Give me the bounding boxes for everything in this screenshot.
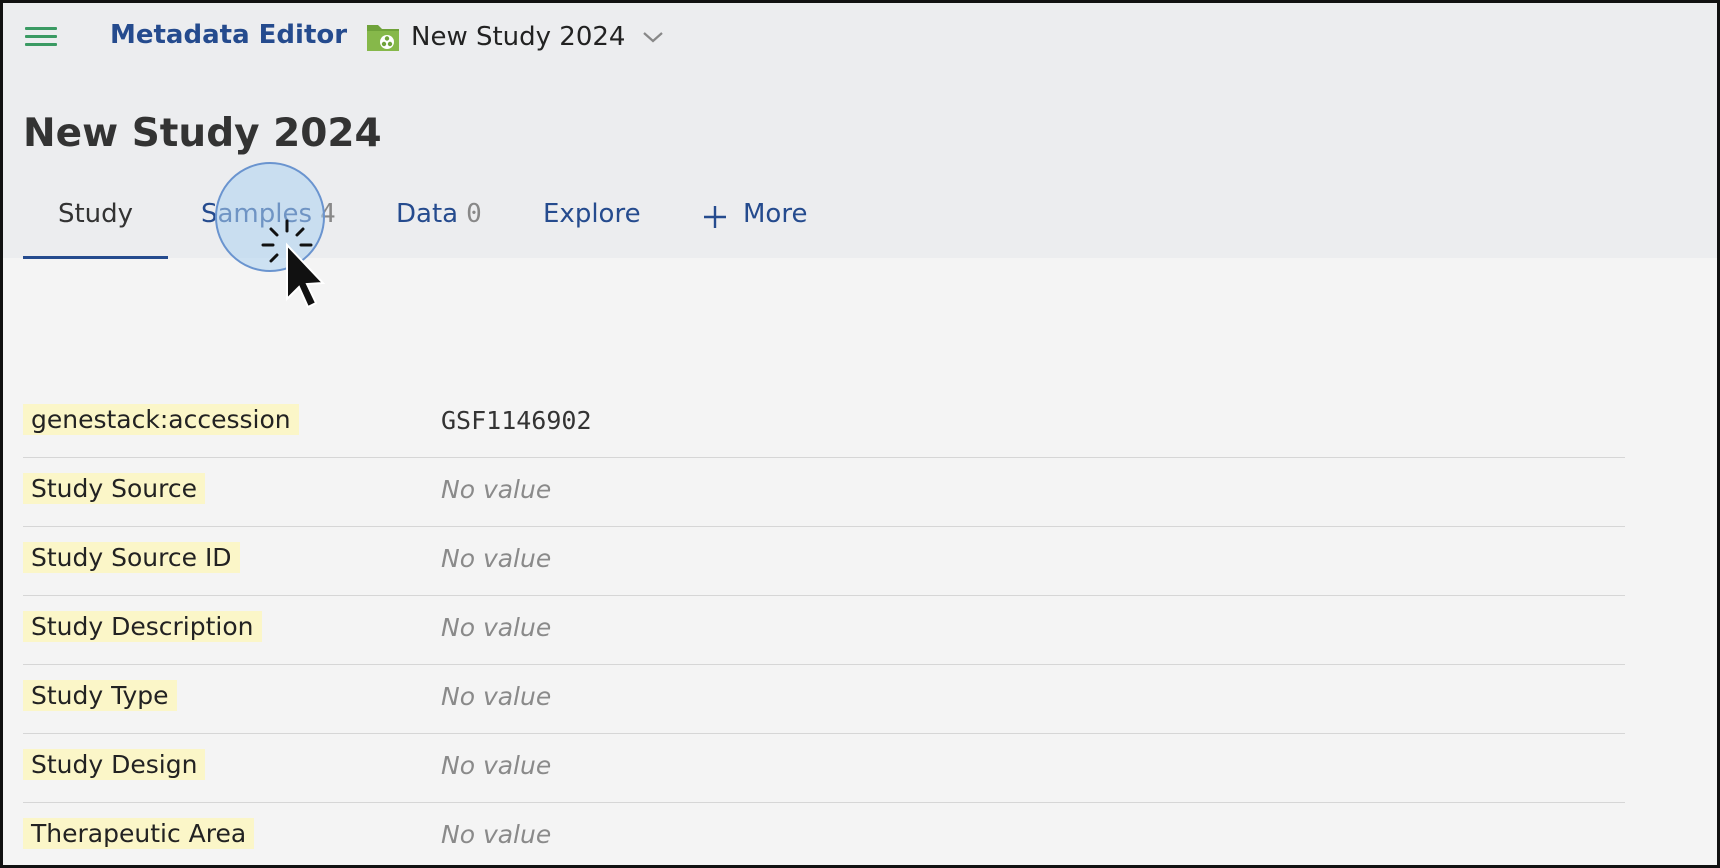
tab-more-label: More (743, 199, 808, 229)
study-switcher[interactable]: New Study 2024 (366, 17, 664, 57)
property-value[interactable]: No value (441, 682, 551, 711)
study-folder-icon (367, 25, 399, 51)
property-value[interactable]: GSF1146902 (441, 406, 592, 435)
tab-explore[interactable]: Explore (543, 199, 641, 259)
tab-explore-label: Explore (543, 199, 641, 229)
plus-icon (704, 206, 726, 228)
property-row: Therapeutic Area No value (23, 803, 1625, 865)
tab-study[interactable]: Study (23, 199, 168, 259)
property-row: Study Type No value (23, 665, 1625, 734)
property-value[interactable]: No value (441, 751, 551, 780)
property-row: Study Source ID No value (23, 527, 1625, 596)
tab-samples[interactable]: Samples 4 (201, 199, 336, 259)
tab-data-count: 0 (466, 199, 482, 229)
study-switcher-label: New Study 2024 (411, 22, 626, 52)
property-key: Study Source ID (23, 542, 240, 573)
tab-study-label: Study (57, 199, 134, 229)
property-row: Study Source No value (23, 458, 1625, 527)
property-value[interactable]: No value (441, 544, 551, 573)
property-value[interactable]: No value (441, 613, 551, 642)
tab-data[interactable]: Data 0 (396, 199, 482, 259)
hamburger-menu-icon[interactable] (23, 23, 59, 51)
chevron-down-icon (643, 32, 664, 43)
app-title[interactable]: Metadata Editor (110, 20, 347, 50)
property-key: Study Design (23, 749, 206, 780)
tab-more[interactable]: More (703, 199, 807, 259)
property-key: Study Type (23, 680, 177, 711)
property-row: genestack:accession GSF1146902 (23, 389, 1625, 458)
tab-data-label: Data (396, 199, 459, 229)
property-value[interactable]: No value (441, 475, 551, 504)
property-row: Study Design No value (23, 734, 1625, 803)
app-window: Metadata Editor New Study 2024 New Study… (0, 0, 1720, 868)
tab-bar: Study Samples 4 Data 0 Explore More (23, 199, 923, 259)
property-key: Study Description (23, 611, 262, 642)
study-properties-list: genestack:accession GSF1146902 Study Sou… (23, 389, 1625, 865)
top-bar: Metadata Editor New Study 2024 (3, 3, 1717, 73)
tab-samples-label: Samples (201, 199, 313, 229)
tab-samples-count: 4 (320, 199, 336, 229)
property-key: Therapeutic Area (23, 818, 255, 849)
page-title: New Study 2024 (23, 111, 382, 156)
property-key: Study Source (23, 473, 205, 504)
property-row: Study Description No value (23, 596, 1625, 665)
property-key: genestack:accession (23, 404, 299, 435)
property-value[interactable]: No value (441, 820, 551, 849)
